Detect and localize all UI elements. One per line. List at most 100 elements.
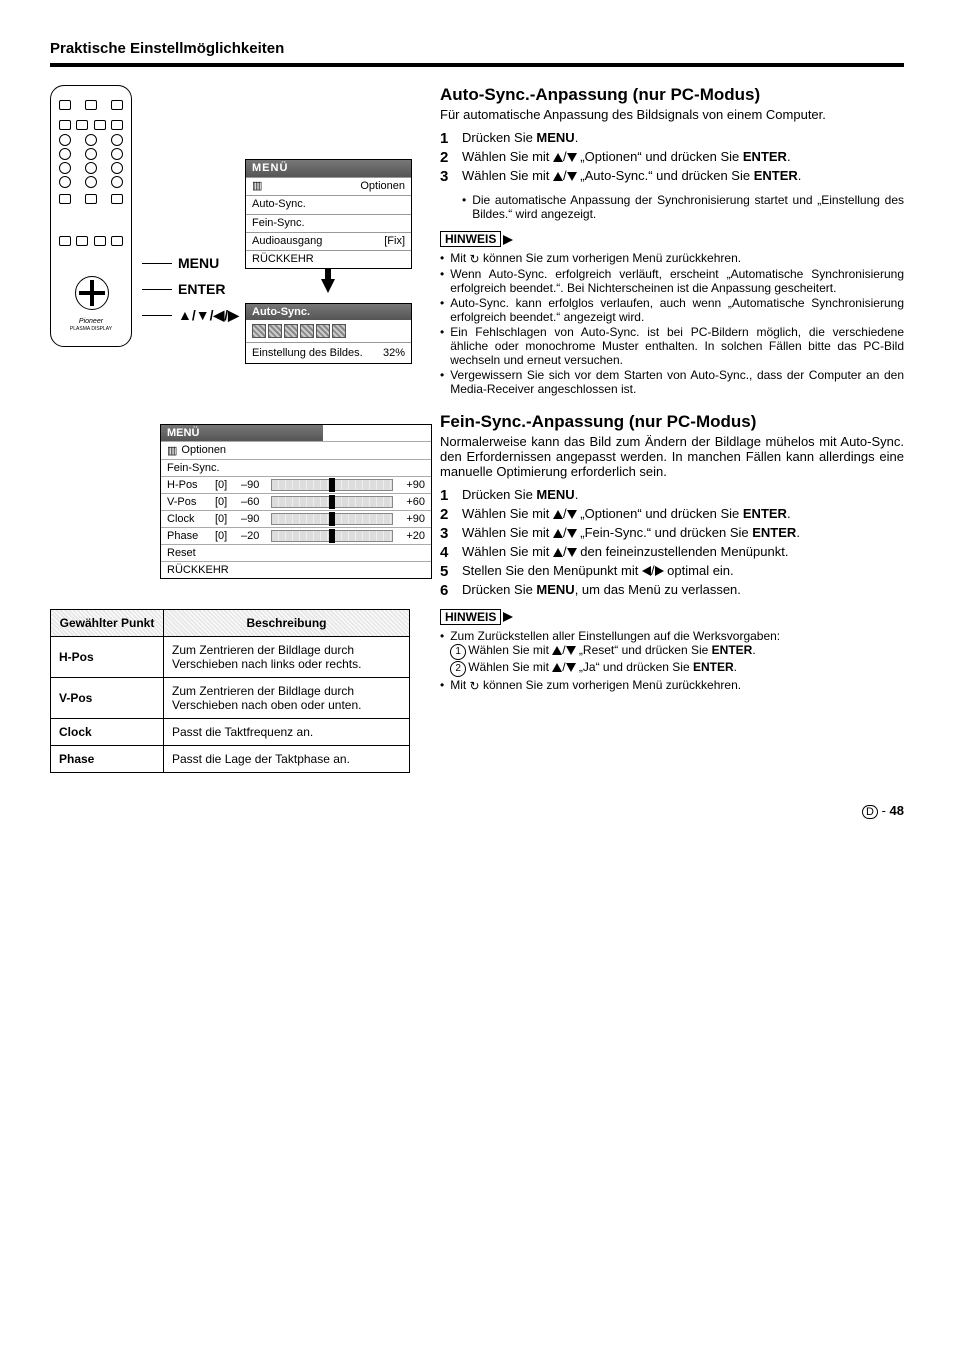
table-row: Phase	[51, 746, 164, 773]
enter-label: ENTER	[178, 281, 225, 297]
slider-min: –60	[241, 496, 265, 508]
osd1-item: Auto-Sync.	[252, 198, 306, 211]
slider-max: +90	[399, 479, 425, 491]
slider-track	[271, 530, 393, 542]
osd-feinsync: MENÜ ▥Optionen Fein-Sync. H-Pos [0] –90 …	[160, 424, 432, 579]
up-icon	[553, 153, 563, 162]
options-icon: ▥	[252, 180, 262, 193]
up-icon	[553, 529, 563, 538]
auto-steps: 1Drücken Sie MENU. 2Wählen Sie mit / „Op…	[440, 130, 904, 185]
hinweis-label: HINWEIS	[440, 231, 501, 247]
hinweis-arrow-icon	[503, 235, 513, 245]
down-icon	[566, 663, 576, 672]
fein-notes: Zum Zurückstellen aller Einstellungen au…	[440, 629, 904, 693]
progress-icon	[246, 320, 411, 342]
down-icon	[567, 153, 577, 162]
circled-2-icon: 2	[450, 661, 466, 677]
step-text: Drücken Sie MENU.	[462, 130, 578, 147]
note-text: Mit ↻ können Sie zum vorherigen Menü zur…	[450, 678, 741, 693]
slider-zero: [0]	[215, 530, 235, 542]
step-text: Drücken Sie MENU, um das Menü zu verlass…	[462, 582, 741, 599]
slider-track	[271, 513, 393, 525]
slider-label: Phase	[167, 530, 209, 542]
up-icon	[552, 646, 562, 655]
down-icon	[567, 510, 577, 519]
down-icon	[567, 172, 577, 181]
step-text: Wählen Sie mit / „Optionen“ und drücken …	[462, 506, 791, 523]
slider-zero: [0]	[215, 513, 235, 525]
hinweis-arrow-icon	[503, 612, 513, 622]
page-title: Praktische Einstellmöglichkeiten	[50, 40, 904, 57]
note-text: Zum Zurückstellen aller Einstellungen au…	[450, 629, 780, 677]
remote-illustration: Pioneer PLASMA DISPLAY	[50, 85, 132, 347]
slider-max: +60	[399, 496, 425, 508]
osd1-back: RÜCKKEHR	[252, 253, 314, 266]
desc-th2: Beschreibung	[164, 610, 410, 637]
down-icon	[567, 548, 577, 557]
table-row: V-Pos	[51, 678, 164, 719]
slider-label: Clock	[167, 513, 209, 525]
up-icon	[552, 663, 562, 672]
table-row: Passt die Lage der Taktphase an.	[164, 746, 410, 773]
slider-thumb-icon	[329, 478, 335, 492]
note-text: Wenn Auto-Sync. erfolgreich verläuft, er…	[450, 267, 904, 295]
slider-thumb-icon	[329, 512, 335, 526]
step-text: Wählen Sie mit / „Fein-Sync.“ und drücke…	[462, 525, 800, 542]
step-text: Wählen Sie mit / „Optionen“ und drücken …	[462, 149, 791, 166]
fein-steps: 1Drücken Sie MENU. 2Wählen Sie mit / „Op…	[440, 487, 904, 599]
left-column: Pioneer PLASMA DISPLAY MENU ENTER ▲/▼/◀/…	[50, 85, 410, 773]
lang-badge: D	[862, 805, 878, 819]
osd3-opt: Optionen	[181, 444, 226, 457]
osd2-percent: 32%	[383, 347, 405, 359]
slider-label: V-Pos	[167, 496, 209, 508]
right-icon	[655, 566, 664, 576]
title-rule	[50, 63, 904, 67]
slider-zero: [0]	[215, 496, 235, 508]
menu-label: MENU	[178, 255, 219, 271]
note-text: Ein Fehlschlagen von Auto-Sync. ist bei …	[450, 325, 904, 367]
options-icon: ▥	[167, 444, 177, 457]
osd3-reset: Reset	[167, 547, 196, 559]
step-text: Stellen Sie den Menüpunkt mit / optimal …	[462, 563, 734, 580]
fein-sync-heading: Fein-Sync.-Anpassung (nur PC-Modus)	[440, 412, 904, 432]
slider-track	[271, 496, 393, 508]
step-text: Drücken Sie MENU.	[462, 487, 578, 504]
osd3-sub: Fein-Sync.	[167, 462, 220, 474]
table-row: Zum Zentrieren der Bildlage durch Versch…	[164, 678, 410, 719]
slider-min: –90	[241, 513, 265, 525]
step-text: Wählen Sie mit / den feineinzustellenden…	[462, 544, 788, 561]
slider-zero: [0]	[215, 479, 235, 491]
slider-thumb-icon	[329, 529, 335, 543]
table-row: H-Pos	[51, 637, 164, 678]
hinweis-label: HINWEIS	[440, 609, 501, 625]
up-icon	[553, 510, 563, 519]
auto-intro: Für automatische Anpassung des Bildsigna…	[440, 107, 904, 122]
osd1-title: MENÜ	[246, 160, 411, 177]
osd2-title: Auto-Sync.	[246, 304, 411, 320]
osd2-status: Einstellung des Bildes.	[252, 347, 363, 359]
slider-thumb-icon	[329, 495, 335, 509]
main-columns: Pioneer PLASMA DISPLAY MENU ENTER ▲/▼/◀/…	[50, 85, 904, 773]
note-text: Vergewissern Sie sich vor dem Starten vo…	[450, 368, 904, 396]
dpad-icon	[75, 276, 109, 310]
description-table: Gewählter Punkt Beschreibung H-PosZum Ze…	[50, 609, 410, 773]
osd1-item: Audioausgang	[252, 235, 322, 248]
osd1-fix: [Fix]	[384, 235, 405, 248]
arrow-down-icon	[321, 279, 335, 293]
return-icon: ↻	[470, 679, 480, 693]
remote-brand: Pioneer PLASMA DISPLAY	[51, 318, 131, 332]
slider-min: –20	[241, 530, 265, 542]
osd-autosync: Auto-Sync. Einstellung des Bildes. 32%	[245, 303, 412, 364]
left-icon	[642, 566, 651, 576]
slider-label: H-Pos	[167, 479, 209, 491]
circled-1-icon: 1	[450, 644, 466, 660]
right-column: Auto-Sync.-Anpassung (nur PC-Modus) Für …	[440, 85, 904, 773]
up-icon	[553, 548, 563, 557]
return-icon: ↻	[470, 252, 480, 266]
slider-min: –90	[241, 479, 265, 491]
down-icon	[567, 529, 577, 538]
up-icon	[553, 172, 563, 181]
page-number: D - 48	[50, 803, 904, 818]
table-row: Zum Zentrieren der Bildlage durch Versch…	[164, 637, 410, 678]
table-row: Clock	[51, 719, 164, 746]
